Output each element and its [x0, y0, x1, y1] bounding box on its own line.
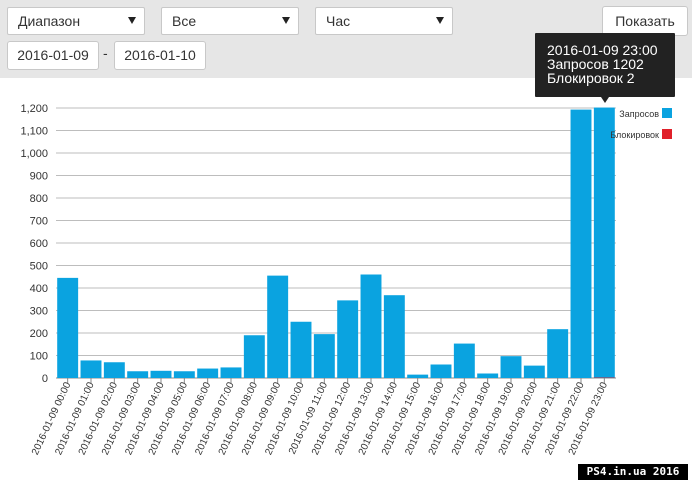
- bar-requests: [453, 343, 475, 378]
- y-tick-label: 800: [30, 193, 48, 205]
- bar-requests: [80, 360, 102, 378]
- tooltip-requests: Запросов 1202: [547, 56, 644, 72]
- bar-requests: [360, 274, 382, 378]
- bar-requests: [220, 367, 242, 378]
- tooltip-blocks: Блокировок 2: [547, 70, 635, 86]
- bar-requests: [383, 295, 405, 378]
- y-tick-label: 500: [30, 261, 48, 273]
- bar-requests: [430, 364, 452, 378]
- bar-requests: [407, 374, 429, 378]
- y-tick-label: 700: [30, 216, 48, 228]
- bar-requests: [173, 371, 195, 378]
- bar-requests: [267, 275, 289, 378]
- bar-requests: [523, 365, 545, 378]
- tooltip-time: 2016-01-09 23:00: [547, 42, 658, 58]
- legend-swatch: [662, 129, 672, 139]
- bar-requests: [477, 373, 499, 378]
- y-tick-label: 400: [30, 283, 48, 295]
- bar-requests: [547, 329, 569, 378]
- bar-requests: [127, 371, 149, 378]
- bar-requests: [57, 277, 79, 378]
- chart-tooltip: 2016-01-09 23:00 Запросов 1202 Блокирово…: [535, 33, 675, 103]
- y-tick-label: 900: [30, 171, 48, 183]
- y-tick-label: 600: [30, 238, 48, 250]
- y-tick-label: 0: [42, 373, 48, 385]
- bar-requests: [337, 300, 359, 378]
- legend-label: Запросов: [619, 109, 659, 119]
- legend-label: Блокировок: [610, 130, 659, 140]
- bar-requests: [313, 334, 335, 378]
- x-axis-ticks: 2016-01-09 00:002016-01-09 01:002016-01-…: [30, 378, 610, 457]
- y-tick-label: 1,200: [20, 103, 48, 115]
- watermark: PS4.in.ua 2016: [578, 464, 688, 480]
- tooltip-arrow-icon: [601, 97, 609, 103]
- chart-legend: Запросов Блокировок: [610, 108, 672, 140]
- bar-requests: [243, 335, 265, 378]
- y-tick-label: 300: [30, 306, 48, 318]
- y-tick-label: 200: [30, 328, 48, 340]
- bar-requests: [197, 368, 219, 378]
- y-tick-label: 1,000: [20, 148, 48, 160]
- bar-requests: [290, 321, 312, 378]
- bar-requests: [570, 109, 592, 378]
- y-tick-label: 100: [30, 351, 48, 363]
- y-tick-label: 1,100: [20, 126, 48, 138]
- chart-grid: [56, 107, 616, 379]
- legend-swatch: [662, 108, 672, 118]
- bar-requests: [150, 370, 172, 378]
- bar-requests: [500, 356, 522, 378]
- bar-requests: [103, 362, 125, 378]
- bar-requests: [593, 107, 615, 379]
- y-axis-ticks: 0 100 200 300 400 500 600 700 800 900 1,000 1,100 1,…: [20, 103, 48, 385]
